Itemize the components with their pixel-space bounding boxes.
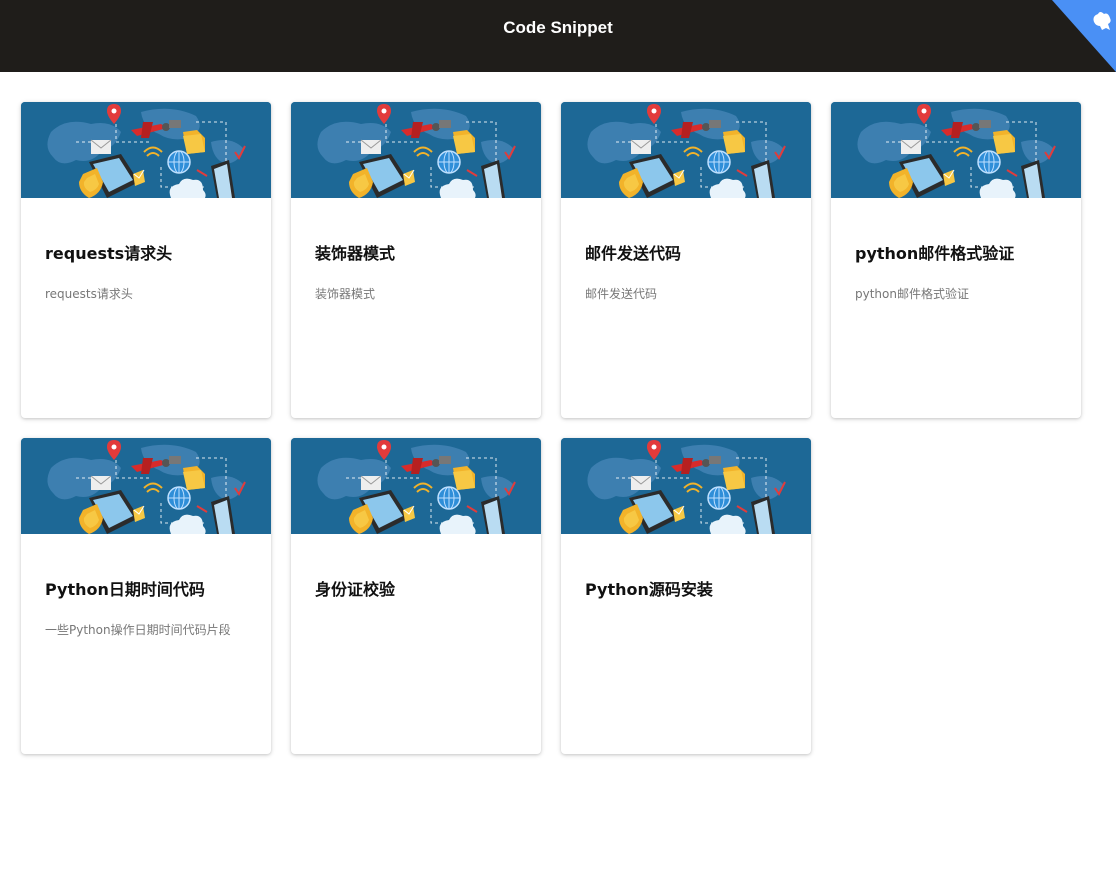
card-title: Python源码安装 <box>585 580 713 599</box>
card-description: 邮件发送代码 <box>585 287 658 301</box>
card-image <box>291 438 541 534</box>
card-image <box>21 102 271 198</box>
card-image <box>21 438 271 534</box>
snippet-card[interactable]: Python源码安装 <box>561 438 811 754</box>
card-image <box>291 102 541 198</box>
card-description: requests请求头 <box>45 287 133 301</box>
card-image <box>561 438 811 534</box>
snippet-card[interactable]: python邮件格式验证 python邮件格式验证 <box>831 102 1081 418</box>
card-title: Python日期时间代码 <box>45 580 205 599</box>
snippet-card[interactable]: 身份证校验 <box>291 438 541 754</box>
card-description: 装饰器模式 <box>315 287 376 301</box>
snippet-card[interactable]: requests请求头 requests请求头 <box>21 102 271 418</box>
card-title: requests请求头 <box>45 244 173 263</box>
card-title: 邮件发送代码 <box>585 244 682 263</box>
card-description: python邮件格式验证 <box>855 287 969 301</box>
card-image <box>561 102 811 198</box>
snippet-card[interactable]: 装饰器模式 装饰器模式 <box>291 102 541 418</box>
card-title: 装饰器模式 <box>315 244 396 263</box>
card-title: python邮件格式验证 <box>855 244 1015 263</box>
snippet-card[interactable]: Python日期时间代码 一些Python操作日期时间代码片段 <box>21 438 271 754</box>
card-image <box>831 102 1081 198</box>
snippet-card[interactable]: 邮件发送代码 邮件发送代码 <box>561 102 811 418</box>
card-title: 身份证校验 <box>315 580 396 599</box>
card-description: 一些Python操作日期时间代码片段 <box>45 623 231 637</box>
page-title: Code Snippet <box>503 18 613 37</box>
app-header: Code Snippet <box>0 0 1116 72</box>
github-corner-icon[interactable] <box>1052 0 1116 72</box>
